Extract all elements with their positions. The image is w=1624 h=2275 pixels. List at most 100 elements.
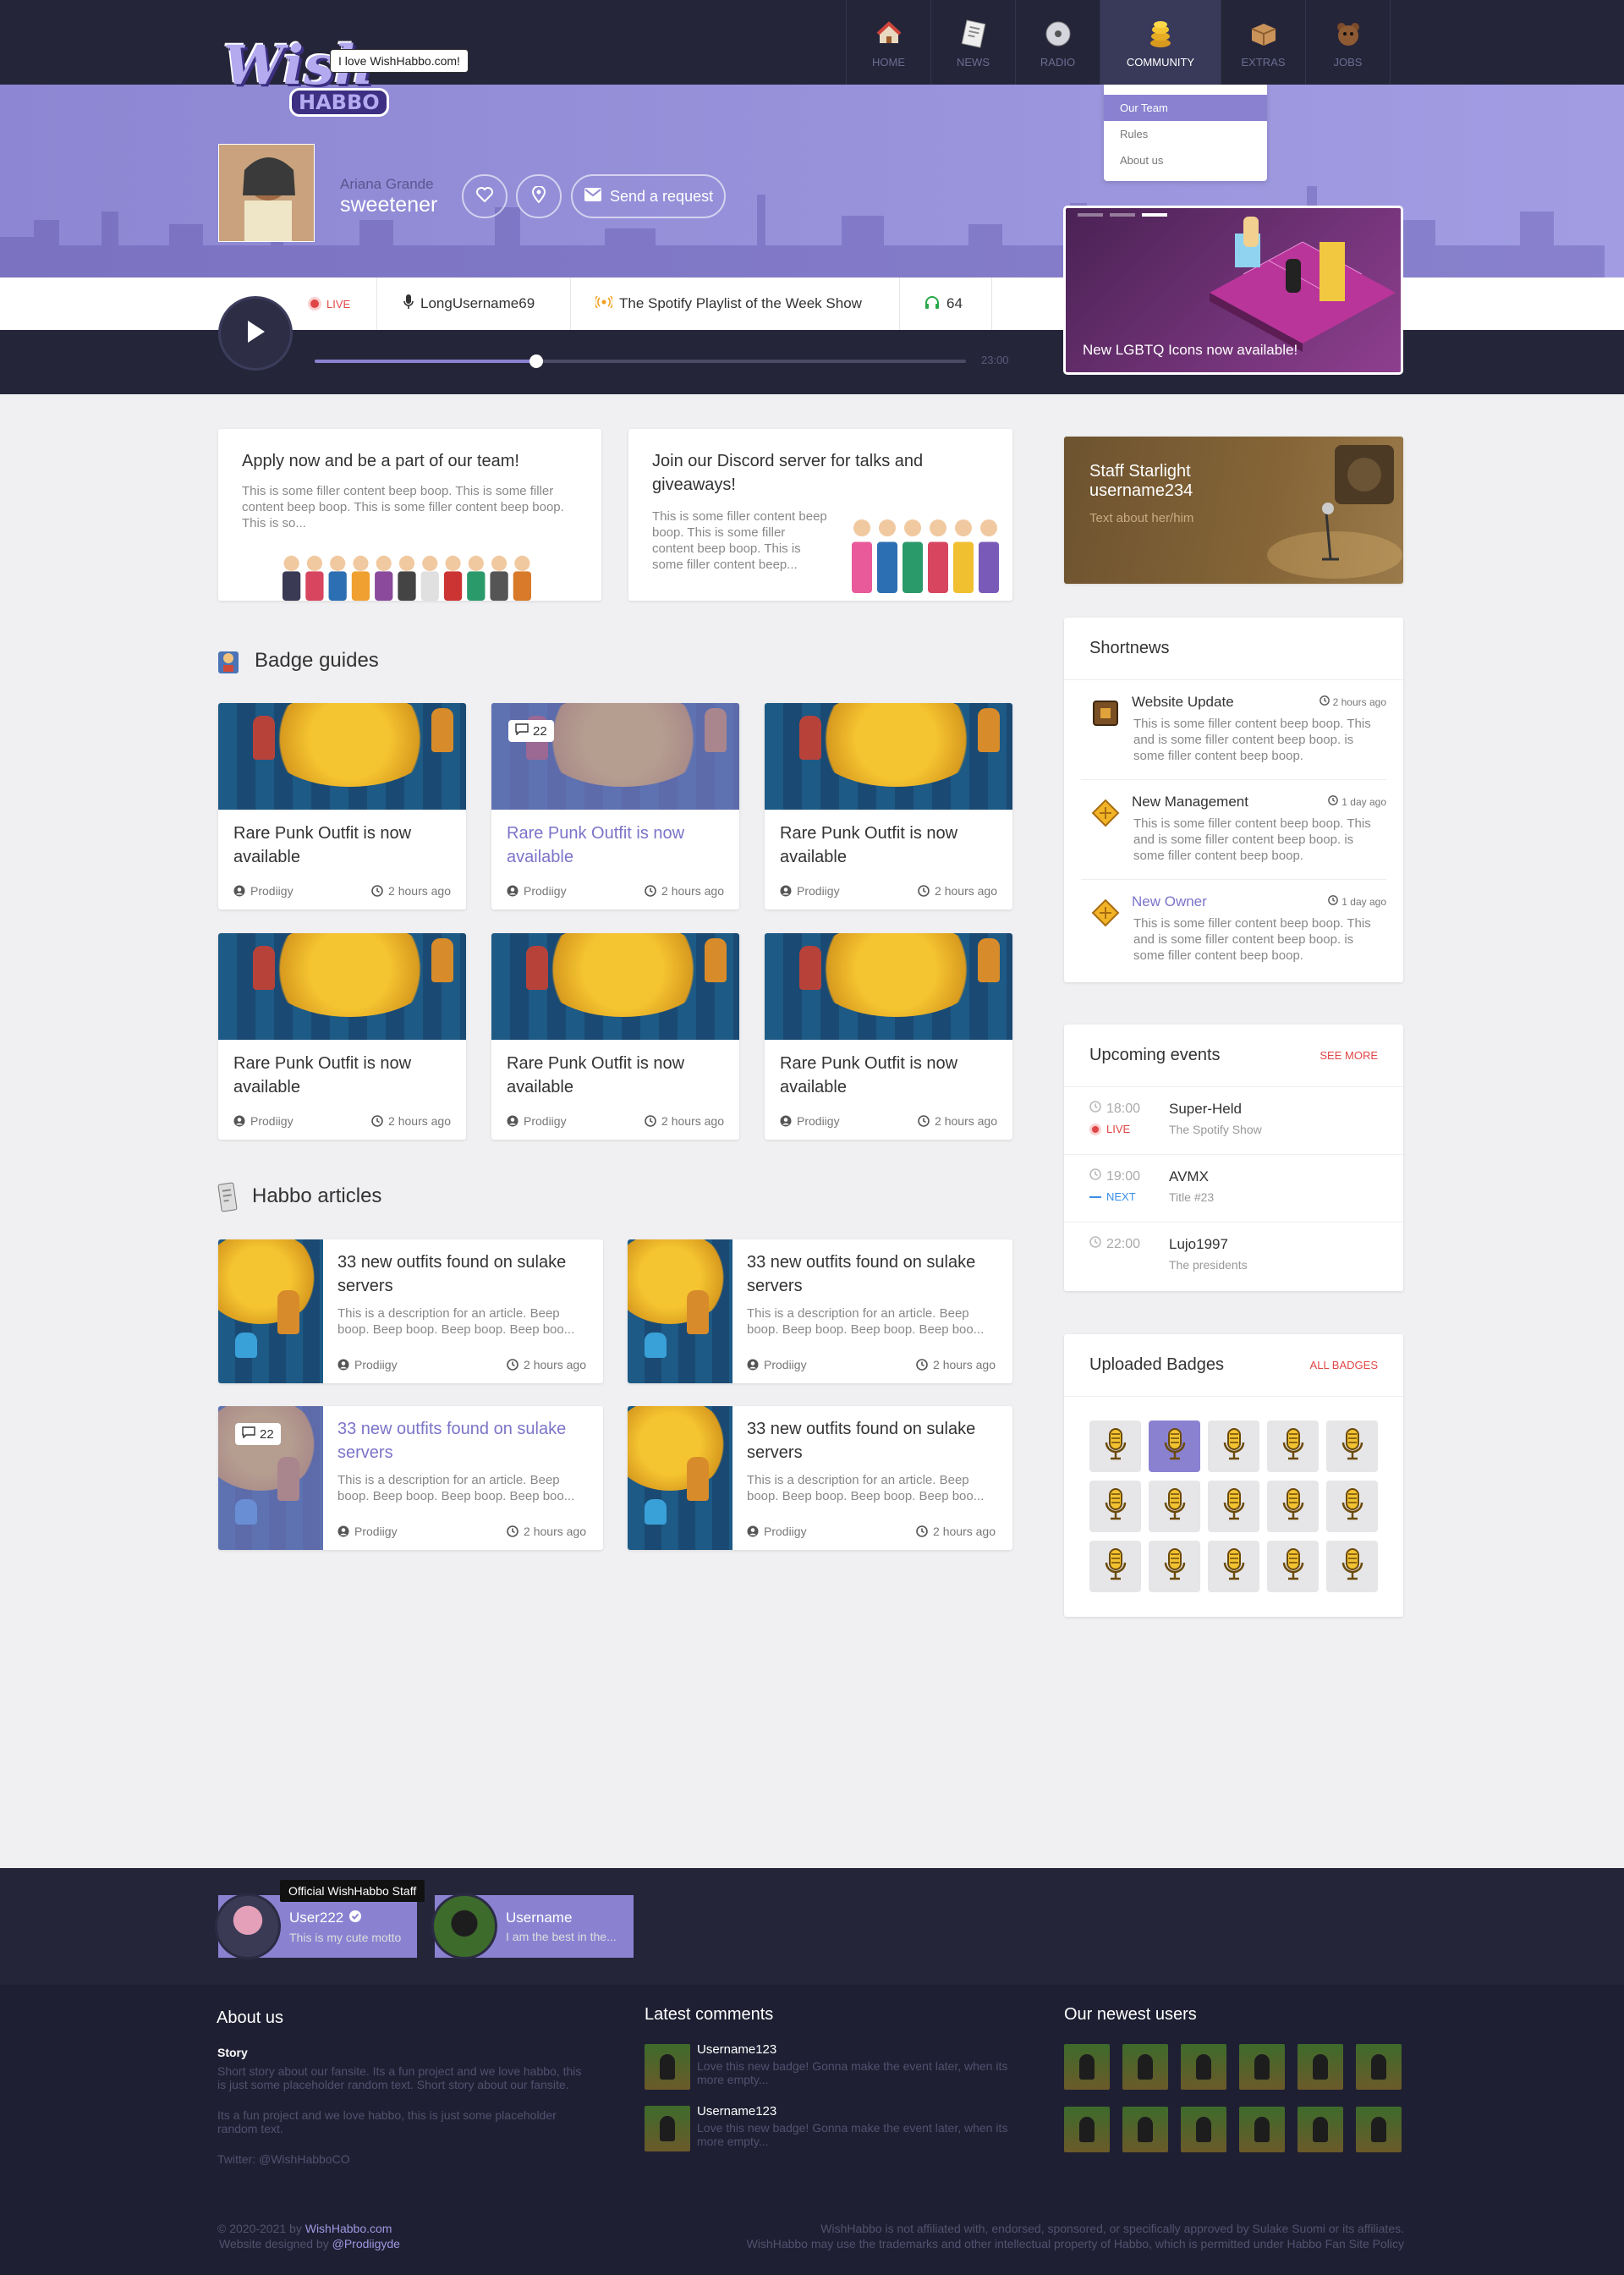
badge-tile[interactable]: [1267, 1541, 1319, 1592]
newest-user-avatar[interactable]: [1181, 2107, 1226, 2152]
badge-guide-title[interactable]: Rare Punk Outfit is now available: [507, 822, 718, 869]
newest-users-grid: [1064, 2044, 1402, 2152]
send-request-button[interactable]: Send a request: [571, 174, 726, 218]
badge-guide-card[interactable]: Rare Punk Outfit is now available Prodiig…: [765, 933, 1012, 1140]
badge-guide-title[interactable]: Rare Punk Outfit is now available: [780, 1052, 991, 1099]
badge-guide-title[interactable]: Rare Punk Outfit is now available: [233, 1052, 445, 1099]
event-status: NEXT: [1089, 1190, 1136, 1203]
footer-comment[interactable]: Username123 Love this new badge! Gonna ma…: [645, 2104, 1017, 2155]
newest-user-avatar[interactable]: [1356, 2044, 1402, 2090]
staff-member-card[interactable]: Username I am the best in the...: [431, 1893, 634, 1959]
badge-tile[interactable]: [1267, 1481, 1319, 1532]
badge-guide-card[interactable]: 22 Rare Punk Outfit is now available Prodi…: [491, 703, 739, 909]
nav-news[interactable]: NEWS: [931, 0, 1016, 85]
shortnews-item[interactable]: New Management 1 day ago This is some fill…: [1081, 780, 1386, 880]
shortnews-title[interactable]: Website Update: [1132, 694, 1234, 711]
footer-twitter[interactable]: Twitter: @WishHabboCO: [217, 2152, 350, 2166]
teaser-card-apply[interactable]: Apply now and be a part of our team! Thi…: [218, 429, 601, 601]
nav-community[interactable]: COMMUNITY: [1100, 0, 1221, 85]
badge-guide-card[interactable]: Rare Punk Outfit is now available Prodiig…: [765, 703, 1012, 909]
badge-guide-card[interactable]: Rare Punk Outfit is now available Prodiig…: [218, 933, 466, 1140]
badge-tile[interactable]: [1208, 1481, 1259, 1532]
nav-jobs[interactable]: JOBS: [1306, 0, 1391, 85]
newest-user-avatar[interactable]: [1239, 2044, 1285, 2090]
location-button[interactable]: [516, 174, 562, 218]
badge-tile[interactable]: [1149, 1481, 1200, 1532]
article-title[interactable]: 33 new outfits found on sulake servers: [747, 1417, 992, 1464]
all-badges-link[interactable]: ALL BADGES: [1310, 1359, 1378, 1371]
badge-tile[interactable]: [1089, 1481, 1141, 1532]
article-title[interactable]: 33 new outfits found on sulake servers: [747, 1250, 992, 1298]
newest-user-avatar[interactable]: [1181, 2044, 1226, 2090]
article-card[interactable]: 22 33 new outfits found on sulake servers…: [218, 1406, 603, 1550]
user-icon: [507, 885, 518, 897]
badge-tile[interactable]: [1267, 1421, 1319, 1472]
dropdown-item-our-team[interactable]: Our Team: [1104, 95, 1267, 121]
badge-guide-title[interactable]: Rare Punk Outfit is now available: [507, 1052, 718, 1099]
staff-starlight-card[interactable]: Staff Starlight username234 Text about h…: [1064, 437, 1403, 584]
badge-tile[interactable]: [1208, 1541, 1259, 1592]
article-card[interactable]: 33 new outfits found on sulake servers Th…: [218, 1239, 603, 1383]
shortnews-title[interactable]: New Management: [1132, 794, 1248, 811]
nav-extras[interactable]: EXTRAS: [1221, 0, 1306, 85]
like-button[interactable]: [462, 174, 508, 218]
track-end-time: 23:00: [981, 354, 1009, 366]
dropdown-item-rules[interactable]: Rules: [1104, 121, 1267, 147]
badge-tile[interactable]: [1326, 1541, 1378, 1592]
staff-member-card[interactable]: User222 This is my cute motto: [215, 1893, 417, 1959]
shortnews-item[interactable]: New Owner 1 day ago This is some filler co…: [1081, 880, 1386, 980]
author-name: Prodiigy: [250, 884, 294, 898]
newest-user-avatar[interactable]: [1064, 2107, 1110, 2152]
article-card[interactable]: 33 new outfits found on sulake servers Th…: [628, 1406, 1012, 1550]
event-time-text: 22:00: [1106, 1236, 1141, 1251]
badge-tile[interactable]: [1326, 1421, 1378, 1472]
newest-user-avatar[interactable]: [1122, 2044, 1168, 2090]
live-label: LIVE: [326, 297, 351, 310]
article-title[interactable]: 33 new outfits found on sulake servers: [337, 1250, 583, 1298]
nav-home-label: HOME: [872, 56, 905, 69]
event-item[interactable]: 18:00 LIVE Super-Held The Spotify Show: [1064, 1087, 1403, 1155]
badge-guide-title[interactable]: Rare Punk Outfit is now available: [233, 822, 445, 869]
event-item[interactable]: 19:00 NEXT AVMX Title #23: [1064, 1155, 1403, 1223]
badge-guide-card[interactable]: Rare Punk Outfit is now available Prodiig…: [218, 703, 466, 909]
time-text: 2 hours ago: [661, 1114, 724, 1128]
copyright: © 2020-2021 by WishHabbo.com: [217, 2222, 392, 2235]
designer-link[interactable]: @Prodiigyde: [332, 2237, 400, 2250]
shortnews-card: Shortnews Website Update 2 hours ago This …: [1064, 618, 1403, 982]
badge-tile[interactable]: [1326, 1481, 1378, 1532]
copyright-site-link[interactable]: WishHabbo.com: [305, 2222, 392, 2235]
newest-user-avatar[interactable]: [1239, 2107, 1285, 2152]
promo-card[interactable]: New LGBTQ Icons now available!: [1063, 206, 1403, 375]
teaser-card-discord[interactable]: Join our Discord server for talks and gi…: [628, 429, 1012, 601]
newest-user-avatar[interactable]: [1122, 2107, 1168, 2152]
nav-home[interactable]: HOME: [847, 0, 931, 85]
newest-user-avatar[interactable]: [1298, 2107, 1343, 2152]
staff-motto: This is my cute motto: [289, 1930, 402, 1944]
newest-user-avatar[interactable]: [1356, 2107, 1402, 2152]
badge-guide-card[interactable]: Rare Punk Outfit is now available Prodiig…: [491, 933, 739, 1140]
article-title[interactable]: 33 new outfits found on sulake servers: [337, 1417, 583, 1464]
shortnews-title[interactable]: New Owner: [1132, 893, 1207, 910]
event-item[interactable]: 22:00 Lujo1997 The presidents: [1064, 1223, 1403, 1290]
shortnews-item[interactable]: Website Update 2 hours ago This is some fi…: [1081, 680, 1386, 780]
site-logo[interactable]: Wish HABBO: [218, 30, 389, 124]
nav-radio[interactable]: RADIO: [1016, 0, 1100, 85]
see-more-link[interactable]: SEE MORE: [1320, 1049, 1378, 1062]
dropdown-item-about-us[interactable]: About us: [1104, 147, 1267, 173]
article-card[interactable]: 33 new outfits found on sulake servers Th…: [628, 1239, 1012, 1383]
badge-tile[interactable]: [1089, 1421, 1141, 1472]
shortnews-date: 1 day ago: [1328, 895, 1386, 908]
track-progress[interactable]: [315, 354, 966, 368]
badge-tile[interactable]: [1208, 1421, 1259, 1472]
promo-caption: New LGBTQ Icons now available!: [1083, 342, 1298, 358]
badge-tile[interactable]: [1149, 1421, 1200, 1472]
badge-tile[interactable]: [1149, 1541, 1200, 1592]
date-text: 1 day ago: [1341, 795, 1386, 808]
track-progress-knob[interactable]: [529, 354, 543, 368]
badge-guide-title[interactable]: Rare Punk Outfit is now available: [780, 822, 991, 869]
play-button[interactable]: [218, 296, 293, 371]
newest-user-avatar[interactable]: [1064, 2044, 1110, 2090]
badge-tile[interactable]: [1089, 1541, 1141, 1592]
newest-user-avatar[interactable]: [1298, 2044, 1343, 2090]
footer-comment[interactable]: Username123 Love this new badge! Gonna ma…: [645, 2042, 1017, 2093]
